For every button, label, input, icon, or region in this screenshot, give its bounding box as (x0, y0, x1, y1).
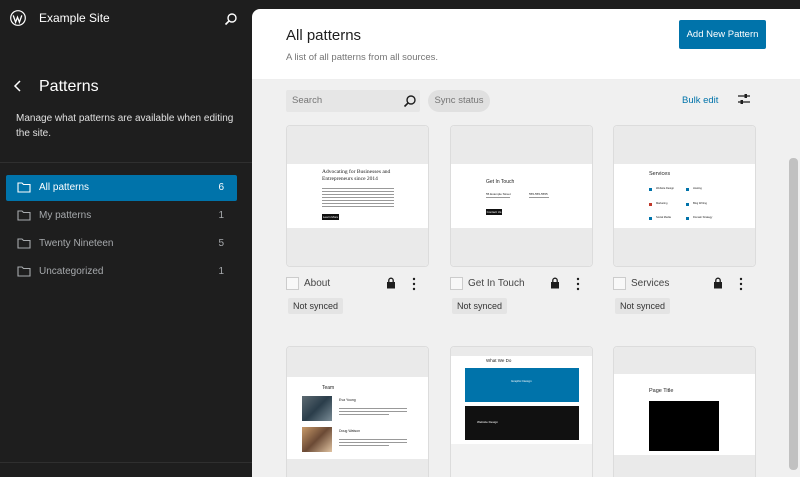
select-checkbox[interactable] (286, 277, 299, 290)
sidebar-item-label: My patterns (39, 210, 92, 221)
sidebar-item-twenty-nineteen[interactable]: Twenty Nineteen 5 (6, 231, 237, 257)
search-icon (403, 95, 416, 108)
pattern-card-team[interactable]: Team Eva Young Doug Watson (286, 346, 429, 477)
pattern-card-get-in-touch[interactable]: Get In Touch 55 Example Street 555-555-5… (450, 125, 593, 267)
sync-status-filter[interactable]: Sync status (428, 90, 490, 112)
sidebar-item-count: 6 (218, 182, 224, 193)
lock-icon (714, 277, 722, 289)
lock-icon (387, 277, 395, 289)
sidebar-item-count: 5 (218, 238, 224, 249)
lock-icon (551, 277, 559, 289)
sidebar-item-count: 1 (218, 210, 224, 221)
more-options-icon[interactable] (738, 276, 744, 292)
sidebar-divider (0, 162, 252, 163)
sidebar-item-label: Uncategorized (39, 266, 104, 277)
preview-whatwedo-heading: What We Do (486, 358, 512, 363)
sidebar-description: Manage what patterns are available when … (16, 113, 234, 139)
pattern-card-about[interactable]: Advocating for Businesses and Entreprene… (286, 125, 429, 267)
main-panel: All patterns A list of all patterns from… (252, 9, 800, 477)
preview-about-button: Learn More (322, 214, 339, 220)
wordpress-logo-icon[interactable] (10, 10, 26, 26)
sidebar-item-label: All patterns (39, 182, 90, 193)
preview-contact-address: 55 Example Street (486, 192, 511, 196)
folder-icon (17, 238, 31, 249)
preview-service-item: Website Design (656, 187, 675, 190)
preview-whatwedo-dark: Website Design (477, 420, 498, 424)
scrollbar[interactable] (789, 158, 798, 470)
sidebar-item-all-patterns[interactable]: All patterns 6 (6, 175, 237, 201)
team-photo-2 (302, 427, 332, 452)
sidebar-item-count: 1 (218, 266, 224, 277)
page-subtitle: A list of all patterns from all sources. (286, 52, 439, 63)
sidebar: Example Site Patterns Manage what patter… (0, 0, 252, 477)
preview-service-item: Marketing (656, 202, 668, 205)
pattern-card-what-we-do[interactable]: What We Do Graphic Design Website Design (450, 346, 593, 477)
card-meta-services: Services (613, 274, 756, 294)
page-title: All patterns (286, 27, 362, 44)
search-placeholder: Search (292, 95, 323, 106)
preview-team-member: Eva Young (339, 398, 356, 402)
preview-pagetitle-heading: Page Title (649, 388, 674, 394)
preview-service-item: Blog Writing (693, 202, 707, 205)
card-meta-about: About (286, 274, 429, 294)
sync-status-badge: Not synced (452, 298, 508, 314)
site-name[interactable]: Example Site (39, 11, 110, 25)
preview-service-item: Domain Strategy (693, 216, 713, 219)
site-bar: Example Site (0, 0, 252, 38)
preview-image-placeholder (649, 401, 719, 451)
sidebar-title: Patterns (39, 78, 99, 95)
sidebar-item-uncategorized[interactable]: Uncategorized 1 (6, 259, 237, 285)
folder-icon (17, 182, 31, 193)
preview-about-heading: Advocating for Businesses and Entreprene… (322, 169, 391, 182)
pattern-name[interactable]: Get In Touch (468, 278, 525, 289)
folder-icon (17, 210, 31, 221)
pattern-card-services[interactable]: Services Website Design Hosting Marketin… (613, 125, 756, 267)
card-meta-get-in-touch: Get In Touch (450, 274, 593, 294)
select-checkbox[interactable] (450, 277, 463, 290)
preview-contact-phone: 555-555-5555 (529, 192, 548, 196)
patterns-content: Search Sync status Bulk edit Advocating … (252, 80, 800, 477)
sync-status-badge: Not synced (288, 298, 344, 314)
select-checkbox[interactable] (613, 277, 626, 290)
preview-team-member: Doug Watson (339, 429, 361, 433)
team-photo-1 (302, 396, 332, 421)
add-new-pattern-button[interactable]: Add New Pattern (679, 20, 766, 49)
sidebar-bottom-divider (0, 462, 252, 463)
preview-contact-heading: Get In Touch (486, 179, 515, 185)
bulk-edit-button[interactable]: Bulk edit (682, 95, 718, 106)
preview-team-heading: Team (322, 385, 335, 391)
pattern-name[interactable]: About (304, 278, 330, 289)
preview-whatwedo-blue: Graphic Design (511, 379, 532, 383)
preview-services-heading: Services (649, 171, 671, 177)
preview-contact-button: Contact Us (486, 209, 502, 215)
sidebar-item-label: Twenty Nineteen (39, 238, 114, 249)
sync-status-badge: Not synced (615, 298, 671, 314)
folder-icon (17, 266, 31, 277)
back-arrow-icon[interactable] (12, 80, 24, 92)
preview-service-item: Hosting (693, 187, 702, 190)
pattern-name[interactable]: Services (631, 278, 669, 289)
search-input[interactable]: Search (286, 90, 420, 112)
more-options-icon[interactable] (411, 276, 417, 292)
pattern-card-page-title[interactable]: Page Title (613, 346, 756, 477)
view-options-icon[interactable] (737, 92, 751, 106)
more-options-icon[interactable] (575, 276, 581, 292)
search-icon[interactable] (224, 12, 238, 26)
preview-service-item: Social Media (656, 216, 671, 219)
sidebar-item-my-patterns[interactable]: My patterns 1 (6, 203, 237, 229)
